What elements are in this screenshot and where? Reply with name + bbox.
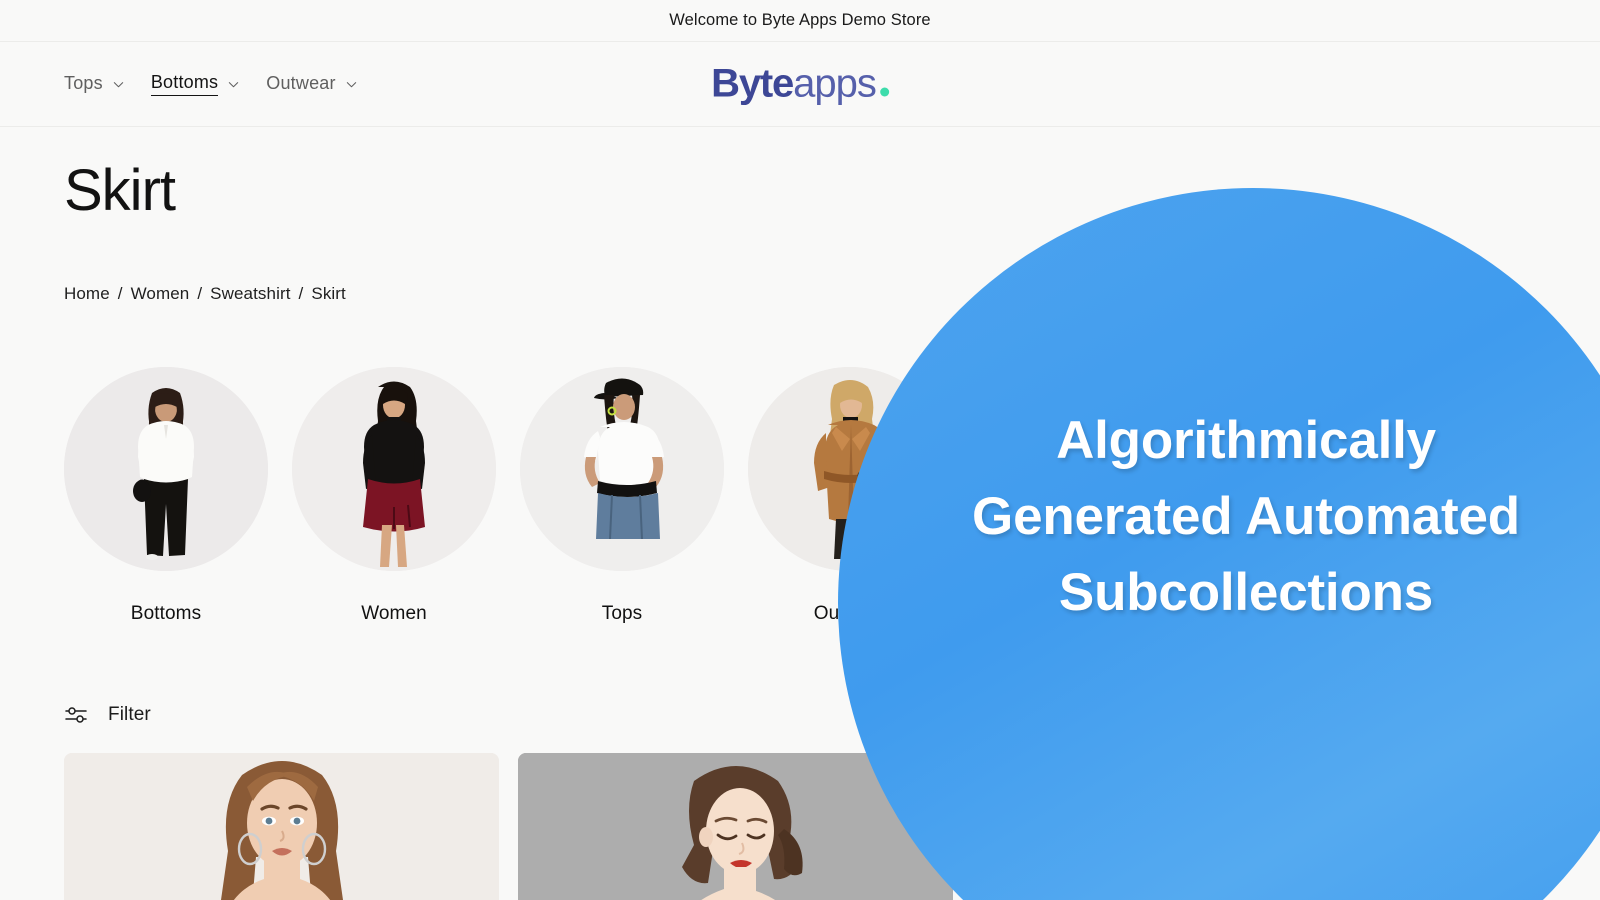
breadcrumb-item-home[interactable]: Home — [64, 284, 110, 304]
product-grid — [64, 752, 1536, 900]
subcollection-thumbnail — [748, 366, 952, 571]
product-card[interactable] — [972, 752, 1407, 900]
logo-text-apps: apps — [793, 61, 877, 106]
product-card[interactable] — [64, 752, 499, 900]
subcollection-item-tops[interactable]: Tops — [520, 366, 724, 625]
breadcrumb-item-women[interactable]: Women — [131, 284, 190, 304]
subcollection-thumbnail — [520, 366, 724, 571]
product-image-2 — [518, 752, 953, 900]
model-photo-women-icon — [292, 366, 496, 571]
page-title: Skirt — [64, 158, 176, 223]
subcollection-label: Bottoms — [130, 602, 202, 624]
nav-item-bottoms-label: Bottoms — [150, 72, 219, 96]
product-card[interactable] — [518, 752, 953, 900]
breadcrumb-item-skirt[interactable]: Skirt — [311, 284, 346, 304]
nav-item-tops[interactable]: Tops — [64, 73, 125, 96]
subcollection-label: Outwear — [813, 602, 887, 624]
announcement-bar: Welcome to Byte Apps Demo Store — [0, 0, 1600, 42]
main-content: Skirt Home / Women / Sweatshirt / Skirt — [0, 158, 1600, 900]
sliders-icon — [64, 703, 88, 727]
model-photo-outwear-icon — [748, 366, 952, 571]
nav-item-outwear-label: Outwear — [266, 72, 336, 93]
product-image-1 — [64, 752, 499, 900]
subcollection-list: Bottoms Women Tops Outwear — [64, 366, 1536, 625]
chevron-down-icon — [227, 78, 240, 91]
subcollection-label: Women — [361, 602, 427, 624]
nav-item-bottoms[interactable]: Bottoms — [150, 72, 240, 96]
chevron-down-icon — [112, 78, 125, 91]
subcollection-label: Tops — [601, 602, 643, 624]
main-navigation: Tops Bottoms Outwear — [0, 72, 358, 96]
store-page: Welcome to Byte Apps Demo Store Tops Bot… — [0, 0, 1600, 900]
breadcrumb-separator: / — [197, 283, 203, 303]
filter-button[interactable]: Filter — [64, 703, 1536, 727]
nav-item-tops-label: Tops — [64, 72, 103, 93]
filter-label: Filter — [108, 703, 151, 725]
breadcrumb-separator: / — [117, 283, 123, 303]
subcollection-thumbnail — [64, 366, 268, 571]
subcollection-item-outwear[interactable]: Outwear — [748, 366, 952, 625]
logo-text-byte: Byte — [711, 61, 794, 106]
nav-item-outwear[interactable]: Outwear — [266, 73, 357, 96]
breadcrumb: Home / Women / Sweatshirt / Skirt — [64, 284, 1536, 304]
product-image-3 — [972, 752, 1407, 900]
model-photo-tops-icon — [520, 366, 724, 571]
subcollection-item-bottoms[interactable]: Bottoms — [64, 366, 268, 625]
breadcrumb-separator: / — [298, 283, 304, 303]
site-logo[interactable]: Byte apps — [711, 62, 889, 107]
model-photo-bottoms-icon — [64, 366, 268, 571]
logo-dot-icon — [879, 87, 889, 97]
subcollection-thumbnail — [292, 366, 496, 571]
subcollection-item-women[interactable]: Women — [292, 366, 496, 625]
site-header: Tops Bottoms Outwear Byte apps — [0, 42, 1600, 127]
announcement-text: Welcome to Byte Apps Demo Store — [669, 11, 931, 29]
chevron-down-icon — [345, 78, 358, 91]
breadcrumb-item-sweatshirt[interactable]: Sweatshirt — [210, 284, 290, 304]
